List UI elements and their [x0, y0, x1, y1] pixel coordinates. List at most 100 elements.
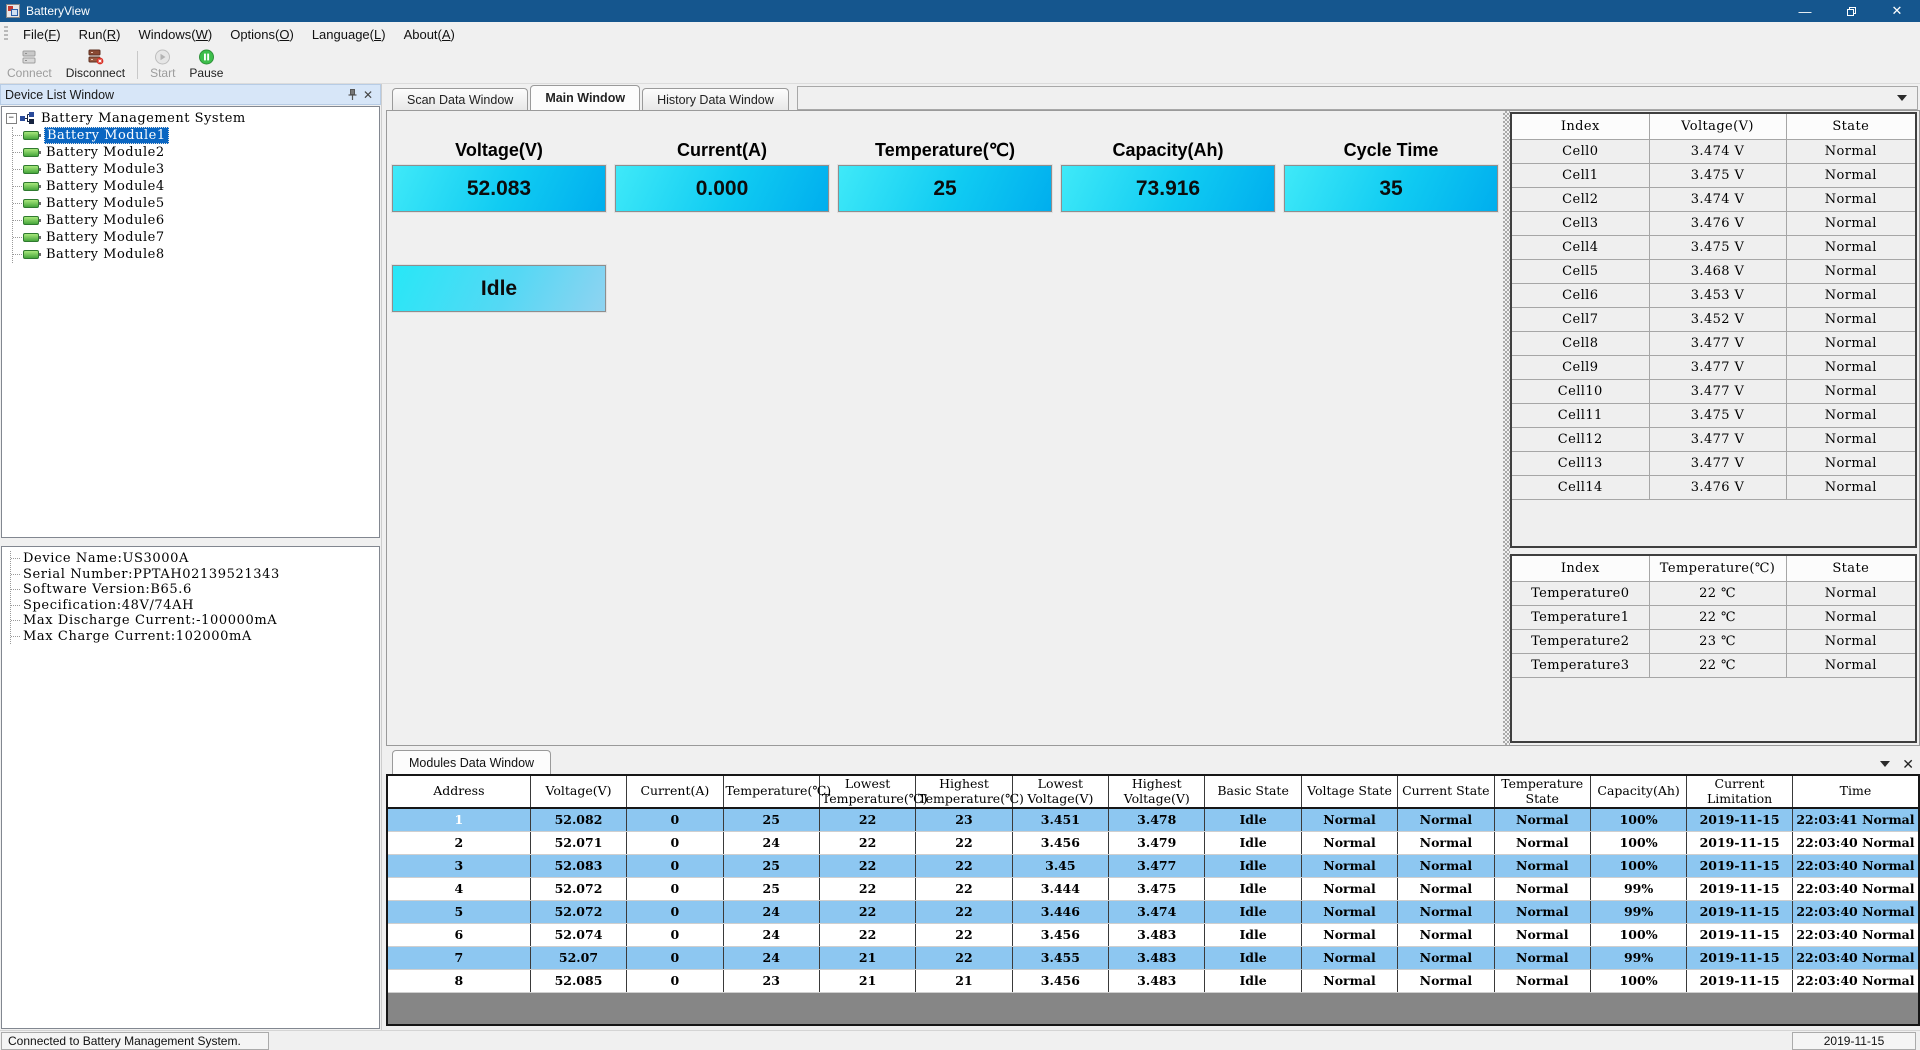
tree-item-battery-module1[interactable]: Battery Module1 [13, 127, 377, 144]
table-cell[interactable]: Normal [1494, 946, 1590, 969]
table-cell[interactable]: Idle [1205, 831, 1301, 854]
table-cell[interactable]: 52.07 [530, 946, 626, 969]
menu-run[interactable]: Run(R) [70, 24, 130, 45]
tree-item-battery-module3[interactable]: Battery Module3 [13, 161, 377, 178]
table-cell[interactable]: 7 [388, 946, 530, 969]
table-row[interactable]: 452.07202522223.4443.475IdleNormalNormal… [388, 877, 1918, 900]
menu-language[interactable]: Language(L) [303, 24, 395, 45]
table-cell[interactable]: 3.478 [1109, 808, 1205, 831]
table-cell[interactable]: 52.074 [530, 923, 626, 946]
table-cell[interactable]: 99% [1590, 946, 1686, 969]
table-cell[interactable]: 6 [388, 923, 530, 946]
table-cell[interactable]: 23 [916, 808, 1012, 831]
table-cell[interactable]: 22 [916, 877, 1012, 900]
table-cell[interactable]: 2019-11-15 [1687, 946, 1793, 969]
table-cell[interactable]: Idle [1205, 808, 1301, 831]
table-cell[interactable]: 3.446 [1012, 900, 1108, 923]
table-cell[interactable]: 23 [723, 969, 819, 992]
tab-main-window[interactable]: Main Window [530, 85, 640, 110]
close-button[interactable]: ✕ [1874, 0, 1920, 22]
table-cell[interactable]: Normal [1494, 808, 1590, 831]
disconnect-button[interactable]: Disconnect [59, 47, 132, 83]
table-cell[interactable]: 25 [723, 808, 819, 831]
table-cell[interactable]: 22:03:40 Normal [1792, 854, 1918, 877]
table-row[interactable]: 152.08202522233.4513.478IdleNormalNormal… [388, 808, 1918, 831]
table-cell[interactable]: Normal [1494, 854, 1590, 877]
table-cell[interactable]: Normal [1301, 808, 1397, 831]
table-cell[interactable]: 24 [723, 923, 819, 946]
table-cell[interactable]: 2019-11-15 [1687, 923, 1793, 946]
selected-address-cell[interactable]: 1 [388, 808, 530, 831]
table-cell[interactable]: 0 [627, 946, 723, 969]
table-cell[interactable]: 0 [627, 854, 723, 877]
tree-root-battery-management-system[interactable]: − Battery Management System [4, 110, 377, 127]
table-cell[interactable]: 2 [388, 831, 530, 854]
table-cell[interactable]: 22 [819, 831, 915, 854]
table-cell[interactable]: 99% [1590, 900, 1686, 923]
table-cell[interactable]: 52.071 [530, 831, 626, 854]
table-cell[interactable]: Idle [1205, 923, 1301, 946]
table-cell[interactable]: Normal [1494, 877, 1590, 900]
table-cell[interactable]: 22 [916, 854, 1012, 877]
table-cell[interactable]: 8 [388, 969, 530, 992]
panel-dropdown-icon[interactable] [1880, 761, 1890, 767]
table-cell[interactable]: 2019-11-15 [1687, 969, 1793, 992]
table-cell[interactable]: Idle [1205, 946, 1301, 969]
table-cell[interactable]: 100% [1590, 808, 1686, 831]
table-cell[interactable]: 22 [916, 831, 1012, 854]
menu-options[interactable]: Options(O) [221, 24, 303, 45]
table-cell[interactable]: 3.474 [1109, 900, 1205, 923]
table-cell[interactable]: 2019-11-15 [1687, 808, 1793, 831]
table-cell[interactable]: 5 [388, 900, 530, 923]
table-cell[interactable]: 22 [819, 854, 915, 877]
table-cell[interactable]: Normal [1301, 946, 1397, 969]
pause-button[interactable]: Pause [182, 47, 230, 83]
table-cell[interactable]: Normal [1398, 923, 1494, 946]
table-cell[interactable]: 24 [723, 831, 819, 854]
table-cell[interactable]: 52.072 [530, 900, 626, 923]
table-cell[interactable]: 22:03:40 Normal [1792, 900, 1918, 923]
table-cell[interactable]: 52.083 [530, 854, 626, 877]
table-row[interactable]: 552.07202422223.4463.474IdleNormalNormal… [388, 900, 1918, 923]
table-cell[interactable]: 2019-11-15 [1687, 900, 1793, 923]
table-cell[interactable]: 0 [627, 877, 723, 900]
table-cell[interactable]: 52.072 [530, 877, 626, 900]
table-cell[interactable]: 24 [723, 946, 819, 969]
connect-button[interactable]: Connect [0, 47, 59, 83]
table-row[interactable]: 352.08302522223.453.477IdleNormalNormalN… [388, 854, 1918, 877]
table-cell[interactable]: 3.456 [1012, 969, 1108, 992]
table-cell[interactable]: Idle [1205, 877, 1301, 900]
table-cell[interactable]: Normal [1301, 831, 1397, 854]
table-cell[interactable]: 3 [388, 854, 530, 877]
table-cell[interactable]: 3.483 [1109, 923, 1205, 946]
table-cell[interactable]: 3.451 [1012, 808, 1108, 831]
table-cell[interactable]: 0 [627, 808, 723, 831]
table-cell[interactable]: Normal [1494, 923, 1590, 946]
tree-item-battery-module5[interactable]: Battery Module5 [13, 195, 377, 212]
table-cell[interactable]: 22:03:40 Normal [1792, 946, 1918, 969]
table-cell[interactable]: 3.456 [1012, 831, 1108, 854]
table-cell[interactable]: Normal [1398, 900, 1494, 923]
restore-button[interactable] [1828, 0, 1874, 22]
table-row[interactable]: 752.0702421223.4553.483IdleNormalNormalN… [388, 946, 1918, 969]
modules-panel-close-icon[interactable]: ✕ [1902, 759, 1914, 769]
table-cell[interactable]: 22:03:40 Normal [1792, 923, 1918, 946]
table-cell[interactable]: 3.444 [1012, 877, 1108, 900]
table-cell[interactable]: 22:03:40 Normal [1792, 831, 1918, 854]
table-cell[interactable]: 100% [1590, 831, 1686, 854]
pin-icon[interactable] [344, 88, 360, 102]
tab-history-data-window[interactable]: History Data Window [642, 88, 789, 110]
table-cell[interactable]: 3.45 [1012, 854, 1108, 877]
tree-item-battery-module4[interactable]: Battery Module4 [13, 178, 377, 195]
tab-dropdown-icon[interactable] [1897, 95, 1907, 101]
collapse-icon[interactable]: − [6, 113, 17, 124]
table-cell[interactable]: 22 [916, 900, 1012, 923]
table-cell[interactable]: Normal [1494, 831, 1590, 854]
table-cell[interactable]: 3.479 [1109, 831, 1205, 854]
table-cell[interactable]: 3.456 [1012, 923, 1108, 946]
table-cell[interactable]: 99% [1590, 877, 1686, 900]
minimize-button[interactable]: — [1782, 0, 1828, 22]
table-cell[interactable]: Normal [1398, 808, 1494, 831]
table-cell[interactable]: Normal [1398, 831, 1494, 854]
table-cell[interactable]: Normal [1494, 900, 1590, 923]
